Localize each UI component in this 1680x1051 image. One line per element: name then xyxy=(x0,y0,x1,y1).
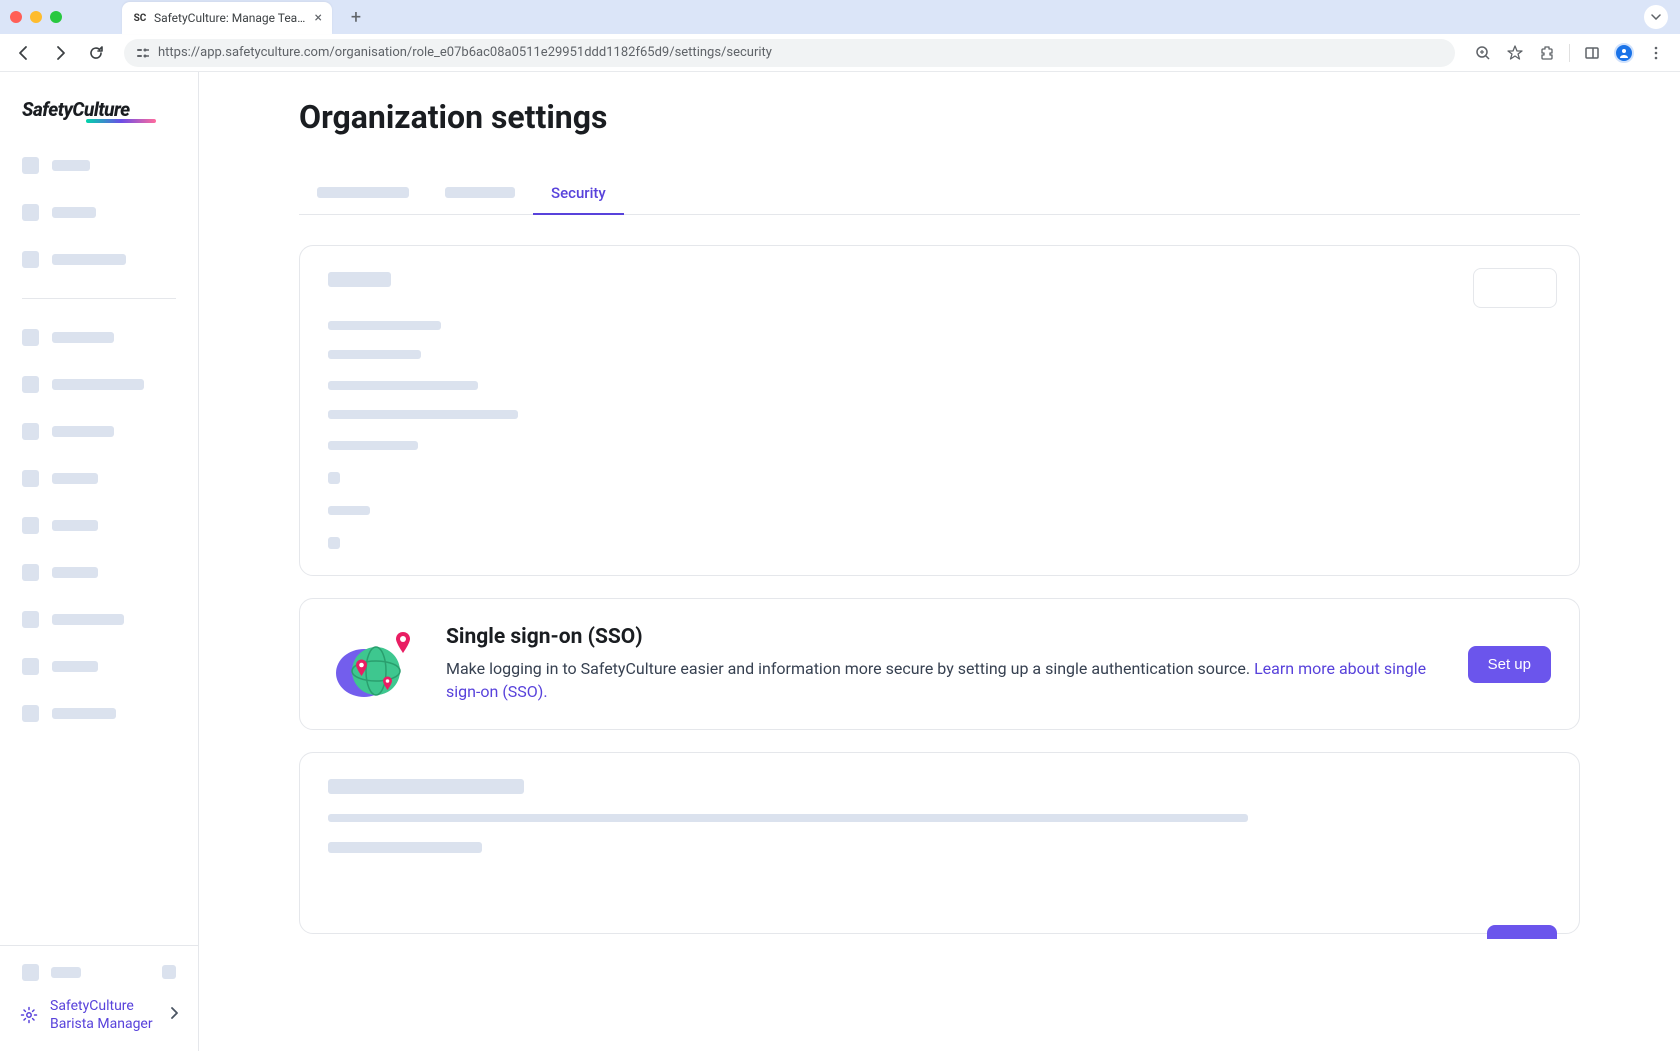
sso-title: Single sign-on (SSO) xyxy=(446,625,1440,649)
chevron-right-icon xyxy=(170,1007,178,1023)
logo-text: SafetyCulture xyxy=(22,98,176,121)
sidebar-footer: SafetyCulture Barista Manager xyxy=(0,945,198,1051)
sso-card: Single sign-on (SSO) Make logging in to … xyxy=(299,598,1580,730)
menu-icon[interactable] xyxy=(1642,39,1670,67)
tab-skeleton[interactable] xyxy=(427,172,533,214)
nav-item-skeleton xyxy=(22,611,176,628)
tabs-expand-icon[interactable] xyxy=(1644,5,1668,29)
card-button-partial xyxy=(1487,925,1557,939)
settings-tabs: Security xyxy=(299,172,1580,215)
window-minimize-icon[interactable] xyxy=(30,11,42,23)
sso-description: Make logging in to SafetyCulture easier … xyxy=(446,657,1440,703)
window-maximize-icon[interactable] xyxy=(50,11,62,23)
nav-item-skeleton xyxy=(22,658,176,675)
nav-item-skeleton xyxy=(22,251,176,268)
extensions-icon[interactable] xyxy=(1533,39,1561,67)
sso-setup-button[interactable]: Set up xyxy=(1468,646,1551,683)
url-text: https://app.safetyculture.com/organisati… xyxy=(158,45,772,60)
bookmark-icon[interactable] xyxy=(1501,39,1529,67)
gear-icon xyxy=(20,1006,38,1024)
browser-tab[interactable]: SC SafetyCulture: Manage Teams and... × xyxy=(122,2,332,34)
tab-skeleton[interactable] xyxy=(299,172,427,214)
logo[interactable]: SafetyCulture xyxy=(0,72,198,143)
nav-item-skeleton xyxy=(22,376,176,393)
main-content: Organization settings Security xyxy=(199,72,1680,1051)
window-close-icon[interactable] xyxy=(10,11,22,23)
tab-bar: SC SafetyCulture: Manage Teams and... × … xyxy=(0,0,1680,34)
nav-item-skeleton xyxy=(22,564,176,581)
address-bar: https://app.safetyculture.com/organisati… xyxy=(0,34,1680,72)
sso-illustration-icon xyxy=(328,629,418,699)
profile-avatar[interactable] xyxy=(1610,39,1638,67)
org-labels: SafetyCulture Barista Manager xyxy=(50,997,158,1033)
back-button[interactable] xyxy=(10,39,38,67)
side-panel-icon[interactable] xyxy=(1578,39,1606,67)
nav-item-skeleton xyxy=(22,423,176,440)
tab-close-icon[interactable]: × xyxy=(315,10,322,26)
nav-item-skeleton xyxy=(22,329,176,346)
window-controls xyxy=(10,11,62,23)
org-name-line1: SafetyCulture xyxy=(50,997,158,1015)
nav-item-skeleton xyxy=(22,470,176,487)
app: SafetyCulture xyxy=(0,72,1680,1051)
url-field[interactable]: https://app.safetyculture.com/organisati… xyxy=(124,39,1455,67)
nav-item-skeleton xyxy=(22,517,176,534)
card-button-skeleton xyxy=(1473,268,1557,308)
sso-body: Single sign-on (SSO) Make logging in to … xyxy=(446,625,1440,703)
settings-card-skeleton xyxy=(299,752,1580,934)
footer-skeleton-row xyxy=(16,956,182,989)
forward-button[interactable] xyxy=(46,39,74,67)
site-settings-icon[interactable] xyxy=(136,46,150,60)
toolbar-separator xyxy=(1569,44,1570,62)
nav-item-skeleton xyxy=(22,204,176,221)
sidebar-divider xyxy=(22,298,176,299)
nav-item-skeleton xyxy=(22,157,176,174)
nav-list xyxy=(0,143,198,945)
sidebar: SafetyCulture xyxy=(0,72,199,1051)
zoom-icon[interactable] xyxy=(1469,39,1497,67)
nav-item-skeleton xyxy=(22,705,176,722)
tab-security[interactable]: Security xyxy=(533,172,624,214)
org-switcher[interactable]: SafetyCulture Barista Manager xyxy=(16,989,182,1041)
org-name-line2: Barista Manager xyxy=(50,1015,158,1033)
new-tab-button[interactable]: + xyxy=(342,3,370,31)
browser-chrome: SC SafetyCulture: Manage Teams and... × … xyxy=(0,0,1680,72)
tab-favicon-icon: SC xyxy=(132,10,148,26)
reload-button[interactable] xyxy=(82,39,110,67)
settings-card-skeleton xyxy=(299,245,1580,576)
tab-title: SafetyCulture: Manage Teams and... xyxy=(154,11,309,25)
page-title: Organization settings xyxy=(299,98,1580,136)
